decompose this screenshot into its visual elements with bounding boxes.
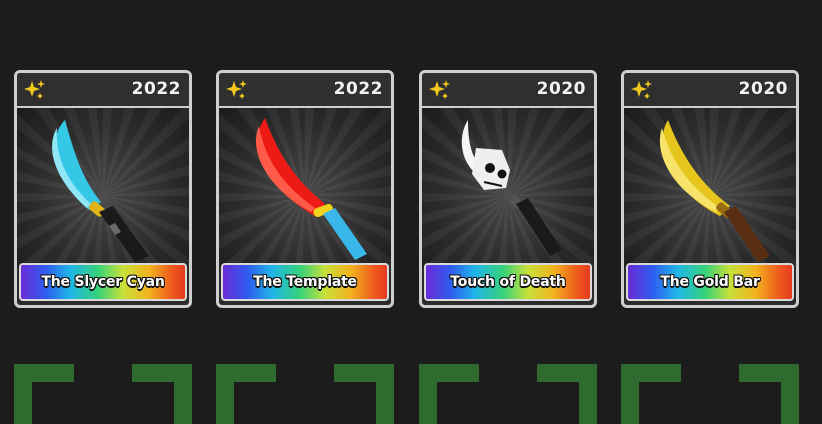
red-cyan-knife-image xyxy=(255,118,367,260)
item-image xyxy=(219,108,391,268)
bracket-right-3 xyxy=(537,364,597,424)
card-name: The Slycer Cyan xyxy=(41,274,165,290)
card-year: 2020 xyxy=(536,79,586,99)
card-name-banner: The Template xyxy=(221,263,389,301)
item-card-slycer-cyan[interactable]: 2022 The Slycer Cyan xyxy=(14,70,192,308)
bracket-left-2 xyxy=(216,364,276,424)
item-image xyxy=(17,108,189,268)
sparkle-icon xyxy=(226,80,247,99)
sparkle-icon xyxy=(631,80,652,99)
item-card-touch-of-death[interactable]: 2020 Touch of Death xyxy=(419,70,597,308)
card-name: The Template xyxy=(253,274,357,290)
card-name-banner: Touch of Death xyxy=(424,263,592,301)
bracket-right-1 xyxy=(132,364,192,424)
bracket-decorations xyxy=(0,356,822,424)
card-year: 2022 xyxy=(333,79,383,99)
card-name: Touch of Death xyxy=(450,274,566,290)
bracket-left-1 xyxy=(14,364,74,424)
card-year: 2022 xyxy=(131,79,181,99)
card-name: The Gold Bar xyxy=(660,274,760,290)
card-name-banner: The Gold Bar xyxy=(626,263,794,301)
card-header: 2022 xyxy=(219,73,391,108)
sparkle-icon xyxy=(429,80,450,99)
bracket-right-4 xyxy=(739,364,799,424)
skull-knife-image xyxy=(461,120,562,256)
bracket-left-4 xyxy=(621,364,681,424)
item-image xyxy=(624,108,796,268)
cyan-knife-image xyxy=(52,120,149,262)
card-header: 2022 xyxy=(17,73,189,108)
item-card-the-template[interactable]: 2022 The Template xyxy=(216,70,394,308)
item-image xyxy=(422,108,594,268)
bracket-left-3 xyxy=(419,364,479,424)
card-header: 2020 xyxy=(624,73,796,108)
sparkle-icon xyxy=(24,80,45,99)
item-card-the-gold-bar[interactable]: 2020 The Gold Bar xyxy=(621,70,799,308)
gold-knife-image xyxy=(659,120,770,262)
card-year: 2020 xyxy=(738,79,788,99)
card-header: 2020 xyxy=(422,73,594,108)
card-name-banner: The Slycer Cyan xyxy=(19,263,187,301)
bracket-right-2 xyxy=(334,364,394,424)
